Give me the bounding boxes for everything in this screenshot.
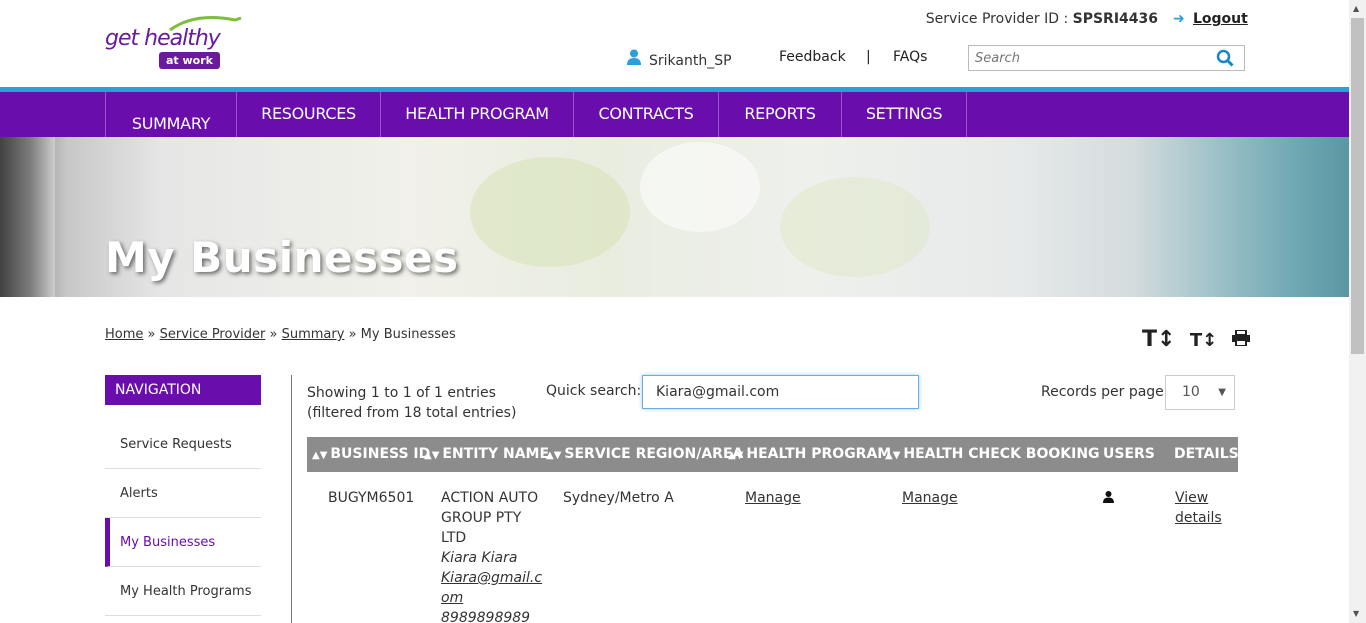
column-label: HEALTH CHECK BOOKING	[903, 446, 1100, 462]
entity-name-line: ACTION AUTO	[441, 490, 539, 506]
logout-link[interactable]: ➜ Logout	[1173, 11, 1248, 27]
view-details-link[interactable]: View details	[1175, 490, 1222, 526]
sidebar-heading: NAVIGATION	[105, 375, 261, 405]
page-header: get healthy at work Service Provider ID …	[0, 0, 1349, 87]
banner-shadow	[0, 137, 55, 297]
breadcrumb-separator: »	[348, 327, 357, 342]
logo-text: get healthy	[105, 26, 221, 51]
scroll-up-icon[interactable]: ▲	[1353, 4, 1359, 13]
increase-font-icon[interactable]: T↕	[1142, 327, 1175, 352]
sp-id-value: SPSRI4436	[1072, 11, 1158, 27]
user-icon	[627, 49, 641, 69]
scrollbar-thumb[interactable]	[1351, 18, 1364, 354]
nav-reports[interactable]: REPORTS	[719, 92, 842, 137]
contact-email-link[interactable]: Kiara@gmail.c	[441, 570, 542, 586]
column-label: BUSINESS ID	[330, 446, 431, 462]
sort-icon: ▲▼	[424, 450, 440, 461]
nav-settings[interactable]: SETTINGS	[842, 92, 967, 137]
column-label: SERVICE REGION/AREA	[564, 446, 744, 462]
header-separator: |	[866, 49, 871, 65]
logo-badge: at work	[159, 52, 220, 69]
breadcrumb-current: My Businesses	[360, 327, 456, 342]
banner-decor	[780, 177, 930, 277]
cell-region: Sydney/Metro A	[563, 490, 674, 506]
nav-resources[interactable]: RESOURCES	[237, 92, 381, 137]
contact-phone: 8989898989	[441, 610, 531, 623]
sort-icon: ▲▼	[312, 450, 328, 461]
sidebar-item-alerts[interactable]: Alerts	[105, 469, 261, 518]
dropdown-arrow-icon: ▼	[1218, 387, 1226, 398]
contact-email-link[interactable]: om	[441, 590, 463, 606]
breadcrumb-separator: »	[147, 327, 156, 342]
scroll-down-icon[interactable]: ▼	[1353, 609, 1359, 618]
cell-business-id: BUGYM6501	[328, 490, 415, 506]
main-nav: SUMMARY RESOURCES HEALTH PROGRAM CONTRAC…	[0, 92, 1349, 156]
sp-id-label: Service Provider ID :	[925, 11, 1073, 27]
nav-health-program[interactable]: HEALTH PROGRAM	[381, 92, 574, 137]
sidebar-item-service-requests[interactable]: Service Requests	[105, 420, 261, 469]
view-details-label: details	[1175, 510, 1222, 526]
users-icon[interactable]	[1103, 489, 1114, 509]
table-header: ▲▼ BUSINESS ID ▲▼ ENTITY NAME ▲▼ SERVICE RE…	[307, 437, 1239, 472]
page-tools: T↕ T↕	[1142, 327, 1260, 352]
logout-icon: ➜	[1173, 11, 1185, 27]
cell-health-check: Manage	[902, 488, 958, 508]
faqs-link[interactable]: FAQs	[893, 49, 927, 65]
column-health-check-booking[interactable]: ▲▼ HEALTH CHECK BOOKING	[885, 437, 1100, 472]
username: Srikanth_SP	[649, 53, 732, 69]
site-search	[968, 45, 1245, 71]
search-icon[interactable]	[1216, 49, 1234, 71]
quick-search-label: Quick search:	[546, 383, 642, 399]
sort-icon: ▲▼	[885, 450, 901, 461]
get-healthy-logo[interactable]: get healthy at work	[105, 14, 245, 72]
cell-entity-name: ACTION AUTO GROUP PTY LTD Kiara Kiara Ki…	[441, 488, 542, 623]
contact-name: Kiara Kiara	[441, 550, 518, 566]
sidebar-item-my-businesses[interactable]: My Businesses	[105, 518, 261, 567]
column-users: USERS	[1103, 446, 1155, 462]
breadcrumb-home[interactable]: Home	[105, 327, 143, 342]
sidebar-item-my-health-programs[interactable]: My Health Programs	[105, 567, 261, 616]
search-input[interactable]	[969, 46, 1209, 70]
page-title: My Businesses	[105, 233, 459, 282]
quick-search-input[interactable]	[642, 375, 919, 409]
records-per-page-label: Records per page	[1041, 384, 1164, 400]
print-icon[interactable]	[1231, 329, 1250, 350]
banner-decor	[470, 157, 630, 267]
column-health-program[interactable]: ▲▼ HEALTH PROGRAM	[728, 437, 891, 472]
manage-health-check-link[interactable]: Manage	[902, 490, 958, 506]
breadcrumb: Home » Service Provider » Summary » My B…	[105, 327, 456, 342]
decrease-font-icon[interactable]: T↕	[1190, 330, 1217, 351]
banner-decor	[640, 142, 760, 232]
cell-health-program: Manage	[745, 488, 801, 508]
column-label: HEALTH PROGRAM	[746, 446, 892, 462]
sort-icon: ▲▼	[728, 450, 744, 461]
page-scrollbar[interactable]: ▲ ▼	[1349, 0, 1366, 623]
cell-details: View details	[1175, 488, 1222, 528]
breadcrumb-summary[interactable]: Summary	[282, 327, 345, 342]
view-details-label: View	[1175, 490, 1209, 506]
feedback-link[interactable]: Feedback	[779, 49, 846, 65]
nav-contracts[interactable]: CONTRACTS	[574, 92, 719, 137]
page-banner: My Businesses	[0, 137, 1349, 297]
entity-name-line: LTD	[441, 530, 467, 546]
column-label: ENTITY NAME	[442, 446, 550, 462]
user-profile[interactable]: Srikanth_SP	[627, 49, 732, 69]
column-service-region[interactable]: ▲▼ SERVICE REGION/AREA	[546, 437, 743, 472]
service-provider-id: Service Provider ID : SPSRI4436	[926, 11, 1158, 27]
records-per-page-value: 10	[1182, 384, 1200, 400]
entries-count: Showing 1 to 1 of 1 entries	[307, 385, 496, 401]
sort-icon: ▲▼	[546, 450, 562, 461]
entries-filtered: (filtered from 18 total entries)	[307, 405, 517, 421]
entity-name-line: GROUP PTY	[441, 510, 522, 526]
column-entity-name[interactable]: ▲▼ ENTITY NAME	[424, 437, 549, 472]
content-divider	[291, 375, 292, 623]
column-details: DETAILS	[1174, 446, 1239, 462]
records-per-page-select[interactable]: 10 ▼	[1165, 375, 1235, 410]
manage-health-program-link[interactable]: Manage	[745, 490, 801, 506]
entries-info: Showing 1 to 1 of 1 entries (filtered fr…	[307, 383, 516, 423]
logout-label: Logout	[1193, 11, 1248, 27]
breadcrumb-service-provider[interactable]: Service Provider	[160, 327, 266, 342]
breadcrumb-separator: »	[269, 327, 278, 342]
column-business-id[interactable]: ▲▼ BUSINESS ID	[312, 437, 430, 472]
